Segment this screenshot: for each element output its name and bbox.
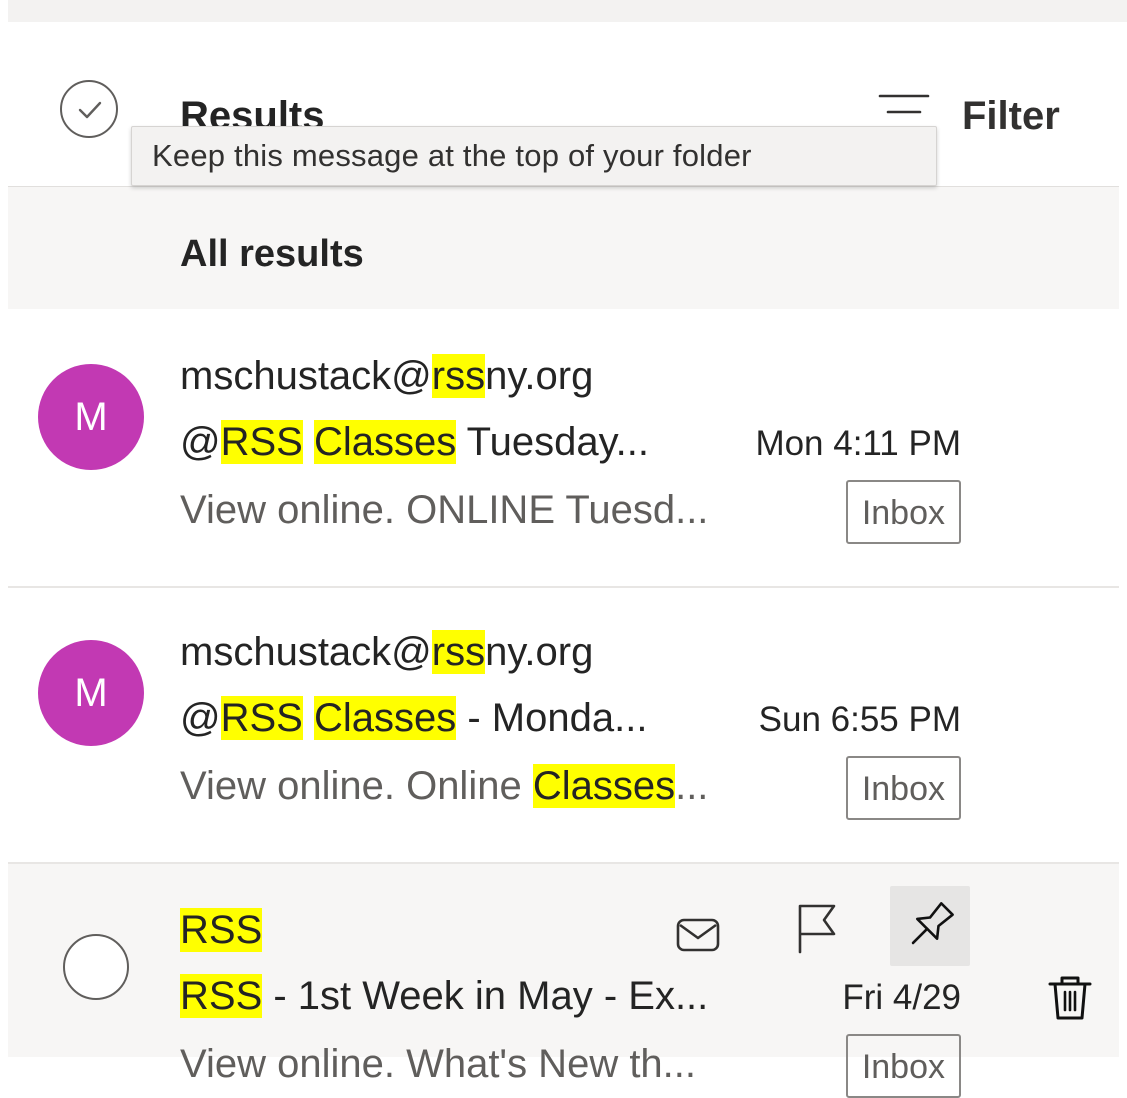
mark-read-button[interactable] xyxy=(658,894,738,974)
message-subject: @RSS Classes - Monda... xyxy=(180,694,647,742)
search-highlight: RSS xyxy=(180,908,263,952)
sender-text: ny.org xyxy=(485,354,594,398)
pin-button[interactable] xyxy=(890,886,970,966)
message-sender: mschustack@rssny.org xyxy=(180,352,593,400)
folder-tag[interactable]: Inbox xyxy=(845,1034,961,1098)
search-highlight: RSS xyxy=(220,696,303,740)
message-date: Fri 4/29 xyxy=(842,978,961,1017)
message-subject: @RSS Classes Tuesday... xyxy=(180,418,649,466)
top-band xyxy=(8,0,1127,22)
filter-label: Filter xyxy=(962,94,1060,138)
search-highlight: RSS xyxy=(180,974,263,1018)
preview-text: ... xyxy=(675,764,709,808)
search-highlight: Classes xyxy=(532,764,676,808)
message-preview: View online. Online Classes... xyxy=(180,762,708,810)
checkmark-icon xyxy=(78,101,102,119)
delete-button[interactable] xyxy=(1040,968,1100,1028)
subject-text: Tuesday... xyxy=(456,420,649,464)
preview-text: View online. Online xyxy=(180,764,533,808)
search-highlight: rss xyxy=(431,630,486,674)
folder-tag[interactable]: Inbox xyxy=(845,480,961,544)
trash-icon xyxy=(1048,976,1092,1020)
sender-text: mschustack@ xyxy=(180,354,432,398)
flag-button[interactable] xyxy=(776,890,856,970)
subject-text: @ xyxy=(180,420,221,464)
select-all-checkbox[interactable] xyxy=(60,80,118,138)
group-header: All results xyxy=(8,186,1119,309)
search-highlight: RSS xyxy=(220,420,303,464)
message-row[interactable]: M mschustack@rssny.org @RSS Classes - Mo… xyxy=(8,588,1119,862)
folder-tag[interactable]: Inbox xyxy=(845,756,961,820)
search-highlight: Classes xyxy=(313,696,457,740)
tooltip: Keep this message at the top of your fol… xyxy=(131,126,937,186)
select-message-radio[interactable] xyxy=(63,934,129,1000)
message-date: Sun 6:55 PM xyxy=(758,700,961,739)
message-date: Mon 4:11 PM xyxy=(755,424,961,463)
message-preview: View online. ONLINE Tuesd... xyxy=(180,488,709,532)
avatar: M xyxy=(38,640,144,746)
search-highlight: rss xyxy=(431,354,486,398)
message-sender: RSS xyxy=(180,906,263,954)
subject-text: - 1st Week in May - Ex... xyxy=(262,974,709,1018)
message-row[interactable]: RSS RSS - 1st Week in May - Ex... Fri 4/… xyxy=(8,864,1119,1098)
group-label: All results xyxy=(180,233,364,275)
message-row[interactable]: M mschustack@rssny.org @RSS Classes Tues… xyxy=(8,310,1119,586)
message-subject: RSS - 1st Week in May - Ex... xyxy=(180,972,708,1020)
avatar: M xyxy=(38,364,144,470)
search-highlight: Classes xyxy=(313,420,457,464)
sender-text: mschustack@ xyxy=(180,630,432,674)
subject-text: @ xyxy=(180,696,221,740)
flag-icon xyxy=(798,904,836,954)
envelope-icon xyxy=(676,918,720,952)
sender-text: ny.org xyxy=(485,630,594,674)
subject-text: - Monda... xyxy=(456,696,648,740)
pin-icon xyxy=(911,902,954,945)
message-sender: mschustack@rssny.org xyxy=(180,628,593,676)
message-preview: View online. What's New th... xyxy=(180,1042,697,1086)
